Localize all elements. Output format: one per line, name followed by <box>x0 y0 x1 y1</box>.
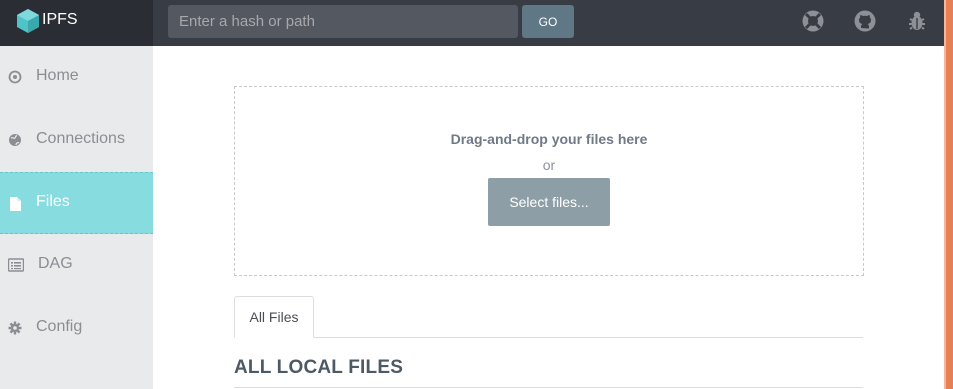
home-icon <box>8 70 22 84</box>
go-button[interactable]: GO <box>522 5 574 38</box>
tabs-divider <box>234 337 863 338</box>
tab-all-files[interactable]: All Files <box>234 296 314 338</box>
top-bar: GO <box>153 0 944 46</box>
search-input[interactable] <box>168 5 518 38</box>
file-icon <box>10 197 21 211</box>
sidebar-item-label: Files <box>36 193 70 210</box>
sidebar-item-label: DAG <box>38 255 73 272</box>
dropzone-or: or <box>542 157 556 173</box>
ipfs-cube-icon <box>17 9 39 33</box>
section-title: ALL LOCAL FILES <box>234 357 404 378</box>
app-name: IPFS <box>42 11 78 28</box>
window-edge-highlight <box>944 0 946 389</box>
sidebar-item-connections[interactable]: Connections <box>0 109 153 171</box>
sidebar-item-label: Config <box>36 318 83 335</box>
github-icon[interactable] <box>853 9 877 33</box>
sidebar-item-dag[interactable]: DAG <box>0 234 153 296</box>
lifebuoy-icon[interactable] <box>801 9 825 33</box>
bug-icon[interactable] <box>905 9 929 33</box>
globe-icon <box>9 134 21 146</box>
file-dropzone[interactable]: Drag-and-drop your files here or Select … <box>234 86 864 276</box>
logo-area: IPFS <box>0 0 153 46</box>
select-files-button[interactable]: Select files... <box>488 178 610 226</box>
gear-icon <box>8 321 22 335</box>
list-icon <box>8 258 24 272</box>
sidebar-item-label: Connections <box>36 130 125 147</box>
dropzone-title: Drag-and-drop your files here <box>450 131 648 147</box>
sidebar: Home Connections Files DAG Config <box>0 46 153 389</box>
sidebar-item-label: Home <box>36 67 79 84</box>
sidebar-item-config[interactable]: Config <box>0 297 153 359</box>
sidebar-item-home[interactable]: Home <box>0 46 153 108</box>
sidebar-item-files[interactable]: Files <box>0 172 153 234</box>
section-divider <box>234 387 863 388</box>
